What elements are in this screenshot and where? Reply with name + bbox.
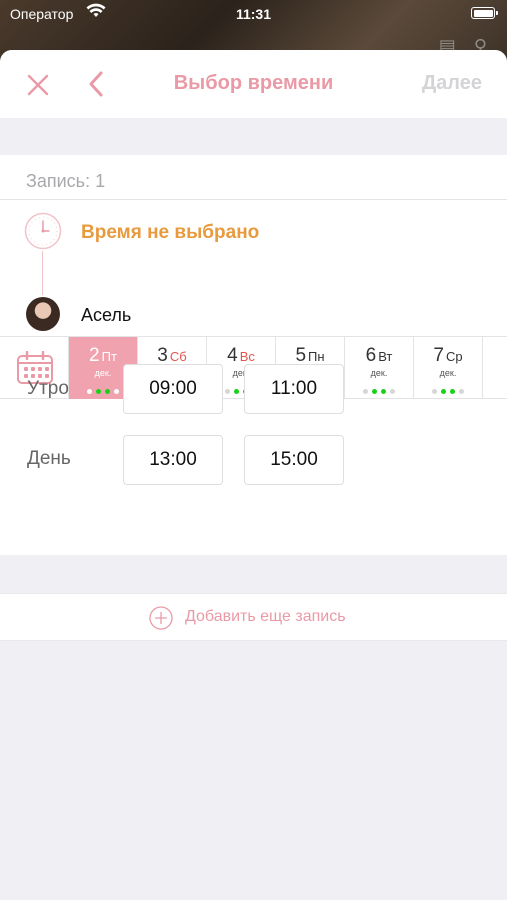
date-weekday: Вт: [378, 349, 393, 364]
available-dot: [105, 389, 110, 394]
available-dot: [381, 389, 386, 394]
date-number: 4: [227, 345, 238, 366]
time-slot-button[interactable]: 11:00: [244, 364, 344, 414]
battery-icon: [471, 7, 498, 19]
date-number: 6: [365, 345, 377, 366]
add-record-button[interactable]: Добавить еще запись: [0, 593, 507, 641]
date-weekday: Ср: [445, 349, 463, 364]
date-weekday: Сб: [169, 349, 187, 364]
date-number: 5: [295, 345, 307, 366]
divider: [0, 199, 507, 200]
status-time: 11:31: [235, 6, 272, 22]
time-slot-button[interactable]: 15:00: [244, 435, 344, 485]
date-item[interactable]: 6 Вт дек.: [345, 337, 414, 399]
plus-circle-icon: [149, 606, 173, 630]
record-card: Запись: 1 Время не выбрано Асель 2 Пт де…: [0, 155, 507, 555]
available-dot: [96, 389, 101, 394]
available-dot: [234, 389, 239, 394]
unavailable-dot: [363, 389, 368, 394]
booking-sheet: Выбор времени Далее Запись: 1 Время не в…: [0, 50, 507, 900]
date-weekday: Пн: [308, 349, 325, 364]
date-item[interactable]: 8д: [483, 337, 507, 399]
date-weekday: Вс: [239, 349, 255, 364]
unavailable-dot: [87, 389, 92, 394]
time-slot-button[interactable]: 09:00: [123, 364, 223, 414]
time-slot-button[interactable]: 13:00: [123, 435, 223, 485]
morning-label: Утро: [27, 378, 69, 399]
unavailable-dot: [225, 389, 230, 394]
date-number: 2: [89, 345, 100, 366]
time-status-label[interactable]: Время не выбрано: [81, 222, 259, 244]
master-name[interactable]: Асель: [81, 305, 131, 326]
master-avatar: [26, 297, 60, 331]
unavailable-dot: [390, 389, 395, 394]
date-item[interactable]: 7 Ср дек.: [414, 337, 483, 399]
date-weekday: Пт: [101, 349, 117, 364]
availability-dots: [345, 381, 413, 394]
record-number-label: Запись: 1: [26, 171, 106, 191]
availability-dots: [483, 381, 507, 387]
date-month: дек.: [370, 368, 388, 378]
navbar: Выбор времени Далее: [0, 50, 507, 118]
day-label: День: [27, 448, 71, 469]
available-dot: [441, 389, 446, 394]
unavailable-dot: [432, 389, 437, 394]
unavailable-dot: [459, 389, 464, 394]
unavailable-dot: [114, 389, 119, 394]
available-dot: [450, 389, 455, 394]
next-button[interactable]: Далее: [422, 72, 482, 95]
timeline-connector: [42, 251, 43, 295]
date-month: д: [483, 368, 507, 378]
clock-icon: [24, 212, 62, 250]
date-month: дек.: [439, 368, 457, 378]
availability-dots: [414, 381, 482, 394]
status-bar: Оператор 11:31: [0, 0, 507, 30]
add-record-label: Добавить еще запись: [185, 608, 346, 625]
available-dot: [372, 389, 377, 394]
date-number: 3: [157, 345, 168, 366]
date-number: 7: [433, 345, 444, 366]
